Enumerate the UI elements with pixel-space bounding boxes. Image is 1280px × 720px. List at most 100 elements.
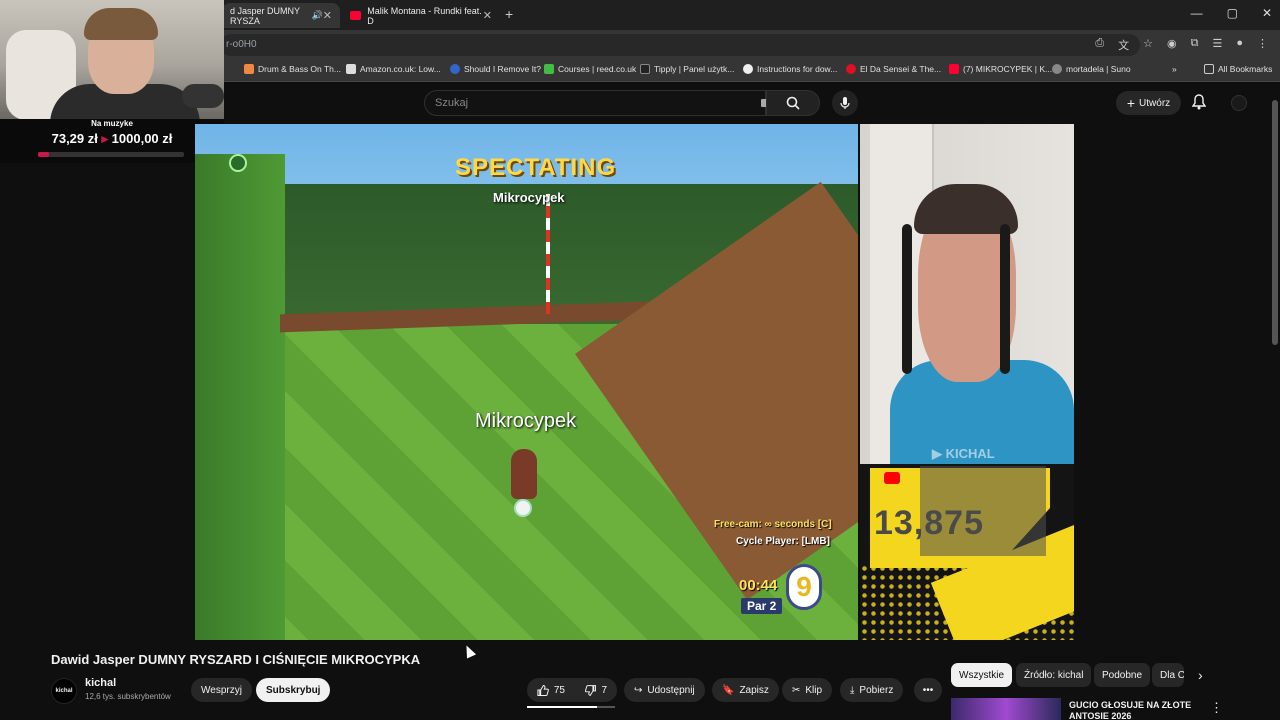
url-field[interactable]: r-o0H0 — [220, 34, 1140, 56]
speaker-icon: 🔊 — [311, 10, 323, 20]
bookmark-item[interactable]: El Da Sensei & The... — [846, 64, 941, 74]
translate-icon[interactable]: 文 — [1118, 37, 1129, 53]
channel-watermark: ▶ KICHAL — [932, 446, 995, 461]
thumbs-down-icon — [585, 684, 597, 696]
hole-number-badge: 9 — [786, 564, 822, 610]
search-button[interactable] — [766, 90, 820, 116]
youtube-logo-icon — [884, 472, 900, 484]
media-icon[interactable]: ☰ — [1212, 37, 1222, 53]
mouse-cursor-icon — [461, 643, 477, 659]
microphone — [182, 84, 224, 108]
channel-name[interactable]: kichal — [85, 677, 116, 689]
create-button[interactable]: + Utwórz — [1116, 91, 1181, 115]
screen: d Jasper DUMNY RYSZA 🔊 ✕ Malik Montana -… — [0, 0, 1280, 720]
donation-progress-bar — [38, 152, 184, 157]
tab-malik-montana[interactable]: Malik Montana - Rundki feat. D ✕ — [342, 3, 500, 28]
microphone-icon — [840, 97, 850, 109]
close-tab-icon[interactable]: ✕ — [483, 9, 492, 22]
subscribe-button[interactable]: Subskrybuj — [256, 678, 331, 702]
maximize-icon[interactable]: ▢ — [1227, 6, 1238, 20]
hole-flag-pole — [546, 194, 550, 314]
voice-search-button[interactable] — [832, 90, 858, 116]
tab-title: Malik Montana - Rundki feat. D — [367, 5, 482, 26]
bookmarks-overflow-icon[interactable]: » — [1172, 64, 1177, 74]
cycle-player-hint: Cycle Player: [LMB] — [736, 536, 830, 547]
support-button[interactable]: Wesprzyj — [191, 678, 252, 702]
par-label: Par 2 — [741, 598, 783, 614]
url-text: r-o0H0 — [226, 39, 257, 50]
toolbar-icons: ⎙ 文 ☆ ◉ ⧉ ☰ ● ⋮ — [1095, 37, 1268, 53]
menu-kebab-icon[interactable]: ⋮ — [1257, 37, 1268, 53]
chip-related[interactable]: Podobne — [1094, 663, 1151, 687]
scissors-icon: ✂ — [792, 684, 801, 696]
scrollbar-thumb[interactable] — [1272, 100, 1278, 345]
youtube-header: Szukaj + Utwórz — [224, 82, 1280, 124]
game-logo-icon — [229, 154, 247, 172]
donation-goal-widget: Na muzyke 73,29 zł ▸ 1000,00 zł — [0, 119, 224, 163]
video-player[interactable]: SPECTATING Mikrocypek Mikrocypek Free-ca… — [195, 124, 858, 640]
player-nametag: Mikrocypek — [475, 410, 577, 432]
extension-icon[interactable]: ◉ — [1167, 37, 1177, 53]
profile-icon[interactable]: ● — [1236, 37, 1243, 53]
donation-label: Na muzyke — [91, 119, 133, 128]
youtube-watermark-icon: ▶ — [932, 446, 942, 461]
subscriber-counter-widget: 13,875 — [860, 464, 1074, 640]
bookmark-item[interactable]: (7) MIKROCYPEK | K... — [949, 64, 1052, 74]
bookmark-item[interactable]: Should I Remove It? — [450, 64, 541, 74]
share-button[interactable]: ↪ Udostępnij — [624, 678, 705, 702]
tab-active[interactable]: d Jasper DUMNY RYSZA 🔊 ✕ — [222, 3, 340, 28]
new-tab-plus-icon[interactable]: + — [505, 6, 513, 22]
search-icon — [786, 96, 800, 110]
player-character — [511, 449, 537, 499]
all-bookmarks[interactable]: All Bookmarks — [1204, 64, 1272, 74]
bookmark-item[interactable]: Instructions for dow... — [743, 64, 837, 74]
star-icon[interactable]: ☆ — [1143, 37, 1153, 53]
like-button[interactable]: 75 — [527, 678, 575, 702]
recommended-title[interactable]: GUCIO GŁOSUJE NA ZŁOTE ANTOSIE 2026 — [1069, 700, 1199, 720]
bookmark-item[interactable]: Amazon.co.uk: Low... — [346, 64, 441, 74]
search-input[interactable]: Szukaj — [424, 90, 766, 116]
notifications-bell-icon[interactable] — [1192, 94, 1206, 110]
minimize-icon[interactable]: — — [1191, 6, 1203, 20]
donation-amounts: 73,29 zł ▸ 1000,00 zł — [51, 131, 173, 146]
chips-next-arrow-icon[interactable]: › — [1198, 667, 1203, 683]
more-horizontal-icon: ••• — [922, 684, 934, 696]
golf-ball — [514, 499, 532, 517]
more-actions-button[interactable]: ••• — [914, 678, 942, 702]
account-avatar[interactable] — [1231, 95, 1247, 111]
spectated-player-name: Mikrocypek — [493, 190, 565, 205]
bookmark-item[interactable]: Tipply | Panel użytk... — [640, 64, 734, 74]
donation-progress-fill — [38, 152, 49, 157]
subscriber-count: 13,875 — [874, 504, 984, 542]
youtube-favicon-icon — [350, 11, 362, 20]
window-controls: — ▢ ✕ — [1191, 6, 1272, 20]
chip-for-you[interactable]: Dla C — [1152, 663, 1184, 687]
headphones-left — [902, 224, 912, 374]
dislike-button[interactable]: 7 — [575, 678, 617, 702]
bookmark-item[interactable]: Courses | reed.co.uk — [544, 64, 636, 74]
tab-title: d Jasper DUMNY RYSZA — [230, 5, 300, 26]
share-icon: ↪ — [634, 684, 643, 696]
download-icon: ⤓ — [850, 684, 855, 696]
bookmark-item[interactable]: Drum & Bass On Th... — [244, 64, 341, 74]
close-window-icon[interactable]: ✕ — [1262, 6, 1272, 20]
download-button[interactable]: ⤓ Pobierz — [840, 678, 904, 702]
like-ratio-bar — [527, 706, 615, 708]
puzzle-icon[interactable]: ⧉ — [1191, 37, 1199, 53]
recommended-menu-icon[interactable]: ⋮ — [1210, 700, 1223, 716]
save-button[interactable]: 🔖 Zapisz — [712, 678, 779, 702]
spectating-label: SPECTATING — [455, 154, 617, 181]
recommended-thumbnail[interactable] — [951, 698, 1061, 720]
install-icon[interactable]: ⎙ — [1095, 37, 1104, 53]
freecam-hint: Free-cam: ∞ seconds [C] — [714, 519, 832, 530]
close-tab-icon[interactable]: ✕ — [323, 9, 332, 22]
chip-all[interactable]: Wszystkie — [951, 663, 1012, 687]
clip-button[interactable]: ✂ Klip — [782, 678, 833, 702]
channel-avatar[interactable]: kichal — [51, 678, 77, 704]
thumbs-up-icon — [537, 684, 549, 696]
bookmark-item[interactable]: mortadela | Suno — [1052, 64, 1131, 74]
video-title: Dawid Jasper DUMNY RYSZARD I CIŚNIĘCIE M… — [51, 652, 421, 667]
page-scrollbar[interactable] — [1270, 86, 1280, 720]
headphones-right — [1000, 224, 1010, 374]
chip-from-kichal[interactable]: Źródło: kichal — [1016, 663, 1092, 687]
